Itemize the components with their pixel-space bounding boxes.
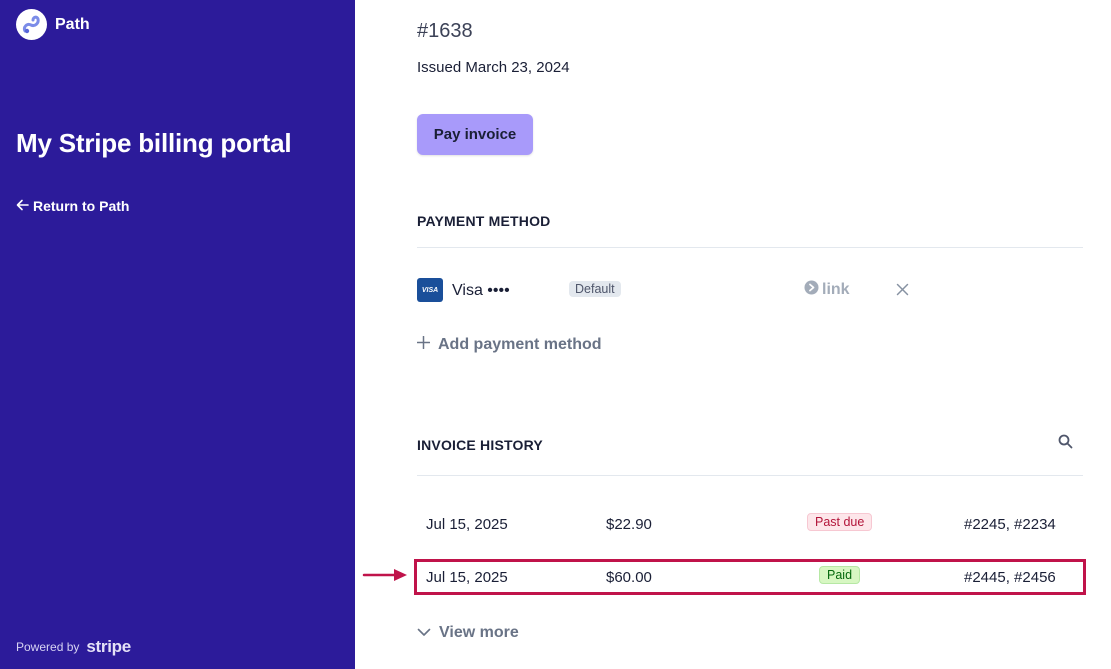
path-logo-icon: [16, 9, 47, 40]
invoice-history-heading: INVOICE HISTORY: [417, 437, 543, 453]
card-label: Visa ••••: [452, 282, 510, 299]
sidebar: Path My Stripe billing portal Return to …: [0, 0, 355, 669]
search-icon[interactable]: [1058, 434, 1073, 454]
divider: [417, 475, 1083, 476]
arrow-left-icon: [16, 198, 29, 214]
link-icon: [804, 280, 819, 300]
link-badge: link: [804, 280, 850, 300]
divider: [417, 247, 1083, 248]
powered-by-stripe[interactable]: Powered by stripe: [16, 637, 131, 657]
invoice-numbers: #2445, #2456: [964, 569, 1056, 586]
invoice-date: Jul 15, 2025: [426, 516, 508, 533]
main-content: #1638 Issued March 23, 2024 Pay invoice …: [414, 0, 1086, 669]
view-more-label: View more: [439, 624, 519, 641]
default-badge: Default: [569, 281, 621, 297]
chevron-down-icon: [417, 624, 431, 642]
pointer-arrow-icon: [362, 567, 410, 588]
status-badge: Past due: [807, 513, 873, 531]
return-link[interactable]: Return to Path: [16, 198, 129, 214]
invoice-amount: $22.90: [606, 516, 652, 533]
add-payment-method-label: Add payment method: [438, 336, 602, 353]
portal-title: My Stripe billing portal: [16, 128, 292, 158]
plus-icon: [416, 335, 431, 354]
close-icon[interactable]: [896, 279, 909, 302]
brand[interactable]: Path: [16, 9, 90, 40]
invoice-row[interactable]: Jul 15, 2025 $22.90 Past due #2245, #223…: [417, 509, 1083, 539]
invoice-numbers: #2245, #2234: [964, 516, 1056, 533]
invoice-amount: $60.00: [606, 569, 652, 586]
brand-name: Path: [55, 15, 90, 33]
view-more-button[interactable]: View more: [417, 624, 519, 642]
payment-method-heading: PAYMENT METHOD: [417, 213, 551, 229]
powered-by-label: Powered by: [16, 640, 80, 654]
link-label: link: [822, 281, 850, 298]
payment-method-row[interactable]: VISA Visa •••• Default link: [417, 277, 1083, 305]
return-link-label: Return to Path: [33, 198, 130, 214]
invoice-date: Jul 15, 2025: [426, 569, 508, 586]
add-payment-method-button[interactable]: Add payment method: [416, 335, 602, 354]
stripe-logo: stripe: [86, 637, 131, 656]
invoice-number: #1638: [417, 20, 473, 42]
visa-card-icon: VISA: [417, 278, 443, 302]
pay-invoice-button[interactable]: Pay invoice: [417, 114, 533, 155]
invoice-row-highlighted[interactable]: Jul 15, 2025 $60.00 Paid #2445, #2456: [414, 559, 1086, 595]
invoice-issued-date: Issued March 23, 2024: [417, 59, 570, 76]
status-badge: Paid: [819, 566, 861, 584]
